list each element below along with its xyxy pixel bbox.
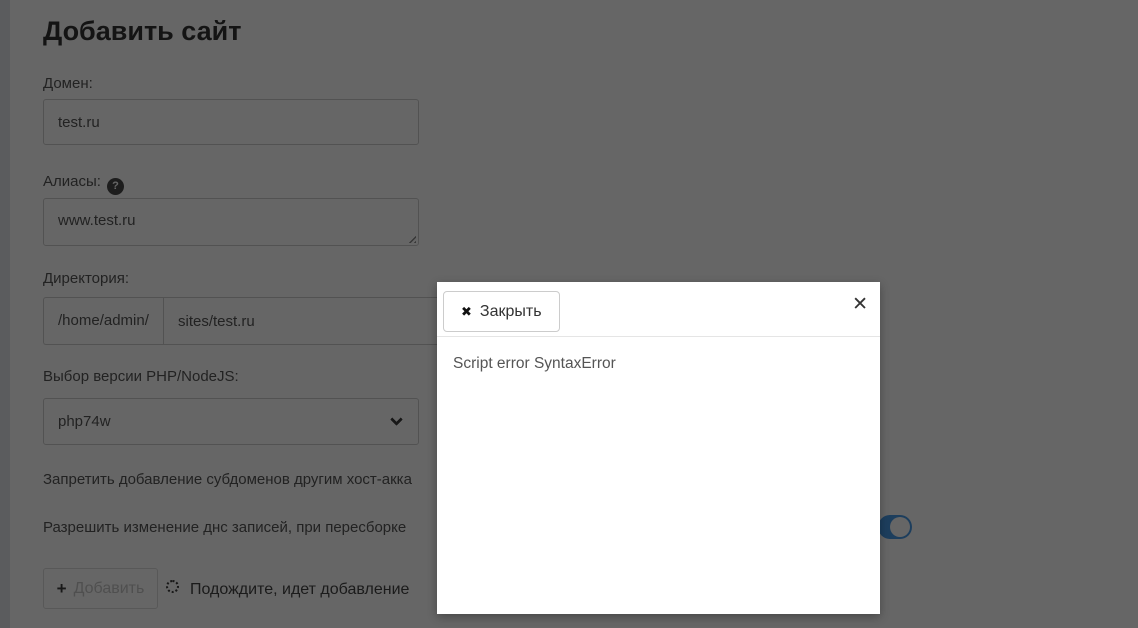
modal-close-button[interactable]: ✖ Закрыть — [443, 291, 560, 332]
x-mark-icon: ✖ — [461, 303, 472, 319]
modal-error-text: Script error SyntaxError — [453, 355, 616, 372]
close-icon[interactable]: ✕ — [852, 295, 868, 314]
modal-close-button-label: Закрыть — [479, 302, 542, 320]
error-modal: ✖ Закрыть ✕ Script error SyntaxError — [437, 282, 880, 614]
modal-header: ✖ Закрыть ✕ — [437, 282, 880, 337]
